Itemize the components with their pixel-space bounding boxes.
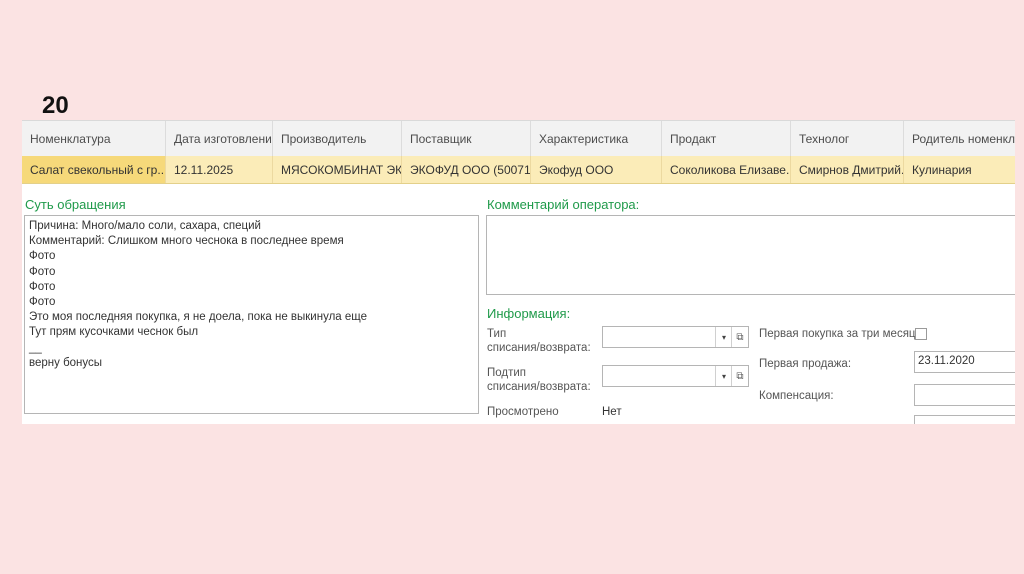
viewed-label: Просмотрено [487, 406, 559, 418]
open-icon[interactable]: ⧉ [731, 327, 748, 347]
subtype-label: Подтип списания/возврата: [487, 367, 591, 393]
chevron-down-icon[interactable]: ▾ [715, 366, 732, 386]
first-sale-field[interactable]: 23.11.2020 [914, 351, 1015, 373]
table-header: Номенклатура Дата изготовления Производи… [22, 121, 1015, 157]
chevron-down-icon[interactable]: ▾ [715, 327, 732, 347]
viewed-value: Нет [602, 406, 622, 418]
first-purchase-label: Первая покупка за три месяца: [759, 328, 926, 340]
type-select[interactable]: ▾ ⧉ [602, 326, 749, 348]
column-header-manufacturer[interactable]: Производитель [273, 121, 402, 156]
type-label: Тип списания/возврата: [487, 328, 591, 354]
subtype-select[interactable]: ▾ ⧉ [602, 365, 749, 387]
essence-textarea[interactable]: Причина: Много/мало соли, сахара, специй… [24, 215, 479, 414]
column-header-product-owner[interactable]: Продакт [662, 121, 791, 156]
cell-supplier[interactable]: ЭКОФУД ООО (50071... [402, 156, 531, 183]
column-header-nomenclature[interactable]: Номенклатура [22, 121, 166, 156]
table-row[interactable]: Салат свекольный с гр... 12.11.2025 МЯСО… [22, 156, 1015, 184]
compensation-label: Компенсация: [759, 390, 834, 402]
column-header-technologist[interactable]: Технолог [791, 121, 904, 156]
cell-nomenclature[interactable]: Салат свекольный с гр... [22, 156, 166, 183]
cell-product-owner[interactable]: Соколикова Елизаве... [662, 156, 791, 183]
next-field-partial[interactable] [914, 415, 1015, 424]
compensation-field[interactable] [914, 384, 1015, 406]
first-sale-label: Первая продажа: [759, 358, 852, 370]
operator-comment-textarea[interactable] [486, 215, 1015, 295]
cell-production-date[interactable]: 12.11.2025 [166, 156, 273, 183]
cell-parent-nomenclature[interactable]: Кулинария [904, 156, 1015, 183]
first-purchase-checkbox[interactable] [915, 328, 927, 340]
info-title: Информация: [487, 306, 571, 321]
essence-title: Суть обращения [25, 197, 126, 212]
open-icon[interactable]: ⧉ [731, 366, 748, 386]
column-header-production-date[interactable]: Дата изготовления [166, 121, 273, 156]
form-screenshot: Номенклатура Дата изготовления Производи… [22, 120, 1015, 424]
column-header-characteristic[interactable]: Характеристика [531, 121, 662, 156]
cell-manufacturer[interactable]: МЯСОКОМБИНАТ ЭК... [273, 156, 402, 183]
essence-text: Причина: Много/мало соли, сахара, специй… [29, 220, 368, 369]
cell-technologist[interactable]: Смирнов Дмитрий... [791, 156, 904, 183]
column-header-parent-nomenclature[interactable]: Родитель номенклатуры [904, 121, 1015, 156]
slide-number: 20 [42, 92, 69, 119]
operator-comment-title: Комментарий оператора: [487, 197, 640, 212]
cell-characteristic[interactable]: Экофуд ООО [531, 156, 662, 183]
column-header-supplier[interactable]: Поставщик [402, 121, 531, 156]
